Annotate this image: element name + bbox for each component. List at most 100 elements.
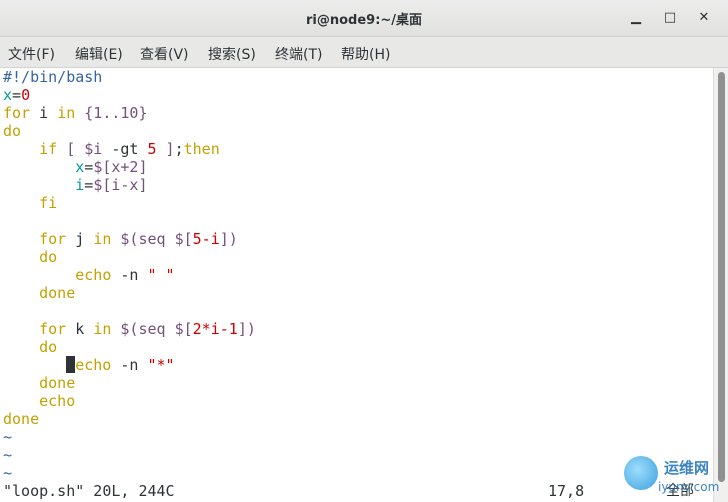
code-token: ~ (3, 464, 13, 482)
code-token: x (3, 86, 13, 104)
code-line: fi (3, 194, 57, 212)
window-title: ri@node9:~/桌面 (305, 13, 423, 28)
code-token: ] (237, 320, 247, 338)
status-file-info: "loop.sh" 20L, 244C (3, 482, 175, 500)
code-token: done (39, 374, 76, 392)
code-line: for k in $(seq $[2*i-1]) (3, 320, 256, 338)
menu-search[interactable]: 搜索(S) (208, 44, 256, 64)
code-token: ] (156, 140, 175, 158)
code-token: for (39, 320, 67, 338)
code-token: 5 (147, 140, 157, 158)
empty-buffer-line: ~ (3, 464, 12, 482)
close-button[interactable]: ✕ (694, 8, 714, 28)
code-token: {1..10} (75, 104, 148, 122)
scrollbar-thumb[interactable] (718, 72, 725, 482)
code-token: echo (75, 356, 112, 374)
code-token: x+2 (111, 158, 139, 176)
code-token: = (84, 176, 94, 194)
menu-file[interactable]: 文件(F) (8, 44, 55, 64)
code-line: done (3, 284, 75, 302)
code-token: ; (174, 140, 184, 158)
code-line: do (3, 248, 57, 266)
code-token: i (30, 104, 58, 122)
code-token: x (75, 158, 85, 176)
menu-view[interactable]: 查看(V) (140, 44, 189, 64)
code-token: ) (246, 320, 256, 338)
code-token: $[ (165, 230, 193, 248)
menu-edit[interactable]: 编辑(E) (75, 44, 123, 64)
code-token: echo (75, 266, 112, 284)
menu-help[interactable]: 帮助(H) (341, 44, 390, 64)
code-token: done (39, 284, 76, 302)
empty-buffer-line: ~ (3, 428, 12, 446)
code-token: -gt (102, 140, 148, 158)
code-token: 0 (21, 86, 31, 104)
watermark-logo: 运维网 iyunv.com (620, 452, 724, 500)
code-token: done (3, 410, 40, 428)
code-token: j (66, 230, 94, 248)
code-line: if [ $i -gt 5 ];then (3, 140, 220, 158)
code-token: echo (39, 392, 76, 410)
code-token: ] (138, 158, 148, 176)
code-token: ~ (3, 428, 13, 446)
code-token: ~ (3, 446, 13, 464)
code-token: [ (57, 140, 85, 158)
minimize-button[interactable]: ▁ (626, 8, 646, 28)
code-token: k (66, 320, 94, 338)
code-line: echo -n " " (3, 266, 174, 284)
code-token: if (39, 140, 58, 158)
code-line: echo (3, 392, 75, 410)
code-token: for (3, 104, 31, 122)
code-token: then (183, 140, 220, 158)
code-token: do (39, 338, 58, 356)
code-token: ) (228, 230, 238, 248)
code-token: $[ (165, 320, 193, 338)
code-line: x=$[x+2] (3, 158, 148, 176)
code-token: 5-i (192, 230, 220, 248)
code-line: x=0 (3, 86, 30, 104)
code-line: i=$[i-x] (3, 176, 148, 194)
code-token: do (3, 122, 22, 140)
code-token: i-x (111, 176, 139, 194)
code-token: $( (111, 320, 139, 338)
code-token: in (93, 230, 112, 248)
code-line: for i in {1..10} (3, 104, 148, 122)
code-token: ] (219, 230, 229, 248)
code-line: echo -n "*" (3, 356, 175, 374)
maximize-button[interactable]: □ (660, 8, 680, 28)
code-token: $( (111, 230, 139, 248)
code-token: do (39, 248, 58, 266)
terminal-window: ri@node9:~/桌面 ▁ □ ✕ 文件(F) 编辑(E) 查看(V) 搜索… (0, 0, 728, 502)
code-token: i (75, 176, 85, 194)
code-token: ] (138, 176, 148, 194)
code-token: in (57, 104, 76, 122)
watermark-text: 运维网 (664, 459, 710, 477)
code-line: done (3, 374, 75, 392)
code-token: = (84, 158, 94, 176)
code-token: -n (111, 356, 148, 374)
code-line: done (3, 410, 39, 428)
text-cursor (66, 356, 76, 373)
title-bar[interactable]: ri@node9:~/桌面 ▁ □ ✕ (0, 0, 728, 37)
code-token: in (93, 320, 112, 338)
code-token: 2*i-1 (192, 320, 238, 338)
code-token: $i (84, 140, 103, 158)
terminal-content[interactable]: #!/bin/bash x=0 for i in {1..10} do if [ $i… (0, 68, 713, 502)
code-token: for (39, 230, 67, 248)
code-token: seq (138, 230, 166, 248)
menu-terminal[interactable]: 终端(T) (275, 44, 322, 64)
code-token: $[ (93, 158, 112, 176)
globe-icon (624, 456, 658, 490)
vertical-scrollbar[interactable] (713, 68, 728, 502)
empty-buffer-line: ~ (3, 446, 12, 464)
